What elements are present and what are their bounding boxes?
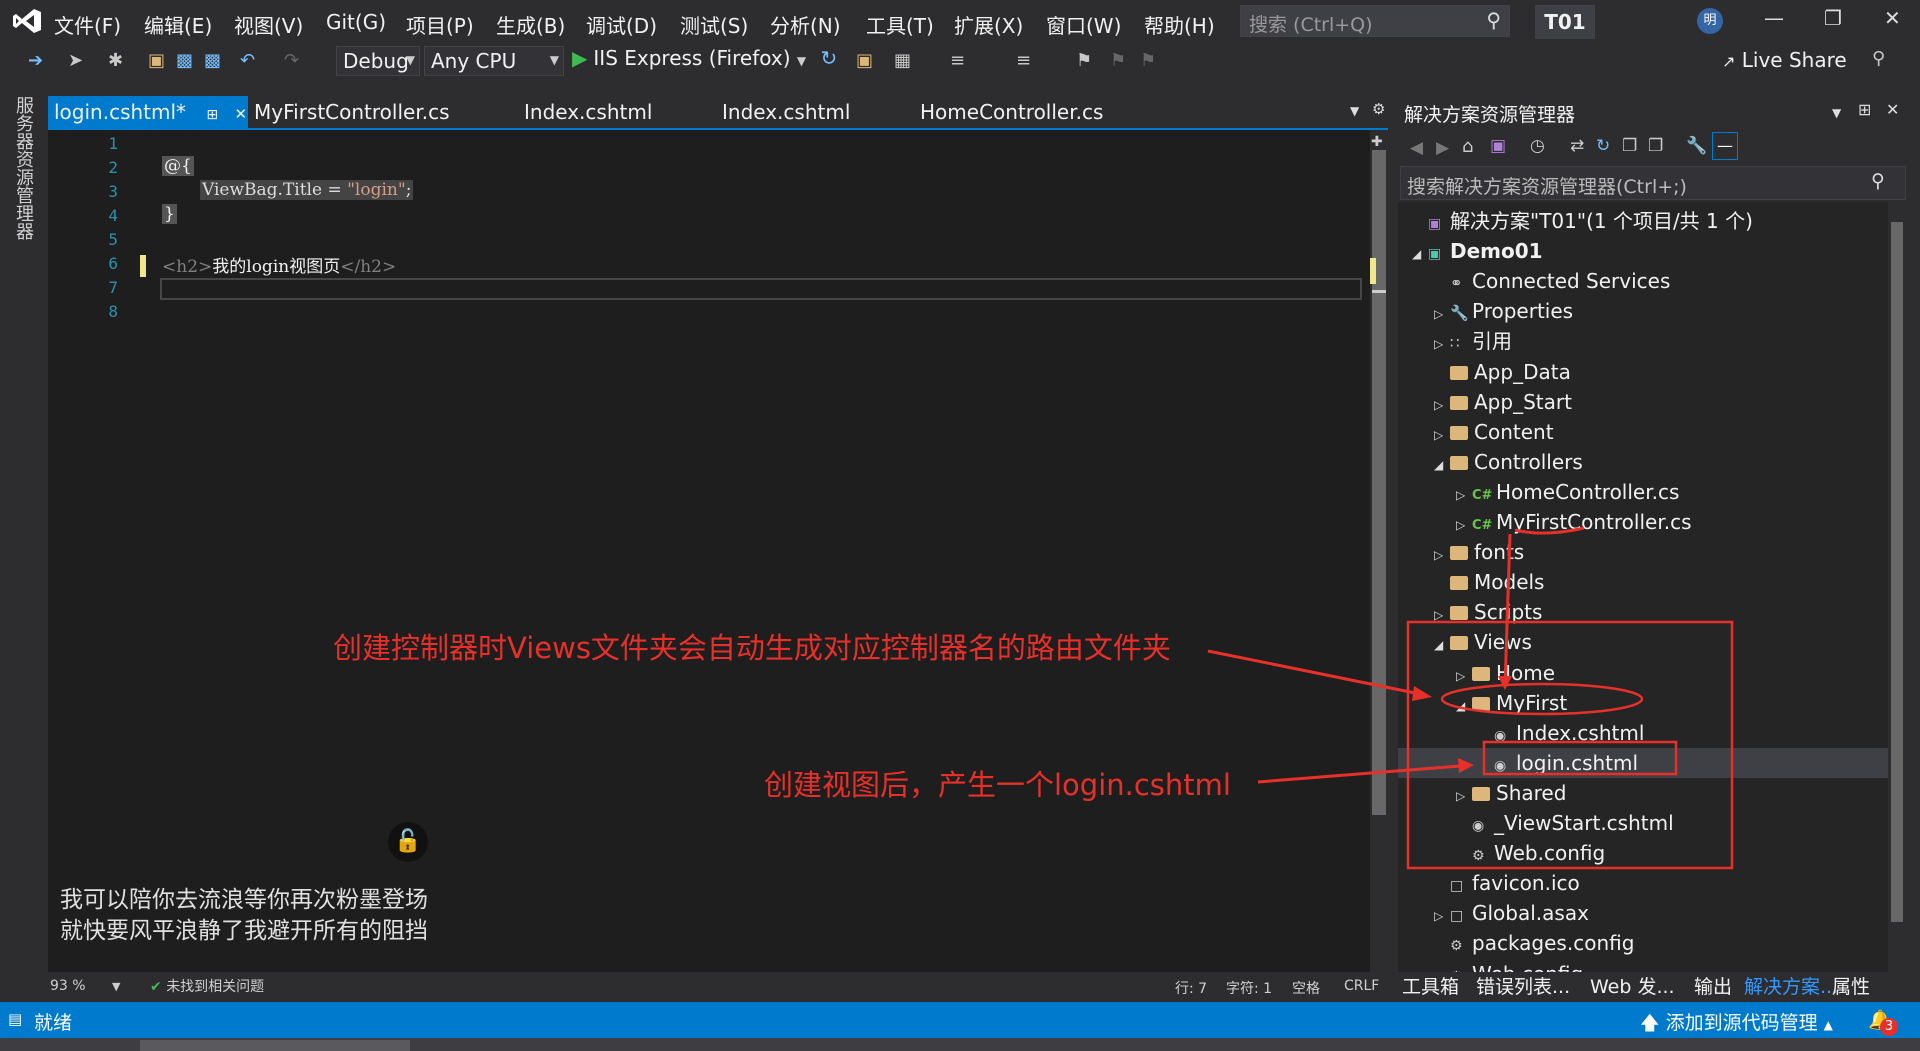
source-control-button[interactable]: 🡅 添加到源代码管理 ▲ (1640, 1008, 1833, 1041)
bottom-tab-5[interactable]: 属性 (1832, 972, 1870, 999)
bottom-tab-1[interactable]: 错误列表... (1476, 972, 1570, 999)
login-annotation: 创建视图后，产生一个login.cshtml (764, 768, 1231, 802)
status-icon: ▤ (8, 1010, 23, 1028)
bottom-tab-3[interactable]: 输出 (1694, 972, 1732, 999)
source-control-label: 添加到源代码管理 (1665, 1012, 1818, 1034)
bottom-panel-tabs: 工具箱 错误列表... Web 发... 输出 解决方案... 属性 (1398, 972, 1920, 1000)
views-highlight-box (1406, 620, 1734, 870)
controller-to-folder-line (1503, 533, 1512, 687)
arrowhead (1412, 686, 1432, 701)
login-highlight-box (1482, 740, 1678, 776)
myfirst-highlight-ellipse (1440, 682, 1644, 716)
bottom-tab-4[interactable]: 解决方案... (1744, 972, 1838, 999)
views-note-arrow (1207, 649, 1421, 696)
arrow-up-icon: 🡅 (1640, 1012, 1660, 1034)
views-annotation: 创建控制器时Views文件夹会自动生成对应控制器名的路由文件夹 (333, 631, 1171, 665)
controller-underline (1514, 526, 1585, 535)
status-text: 就绪 (34, 1012, 73, 1034)
bottom-tab-0[interactable]: 工具箱 (1402, 972, 1459, 999)
bottom-tab-2[interactable]: Web 发... (1590, 972, 1675, 999)
login-note-arrow (1257, 764, 1461, 784)
taskbar-thumb (140, 1040, 410, 1051)
arrowhead (1458, 758, 1474, 773)
annotation-overlay (1207, 526, 1734, 870)
status-bar (0, 1002, 1920, 1038)
chevron-up-icon: ▲ (1823, 1018, 1833, 1032)
notification-count: 3 (1880, 1018, 1898, 1036)
arrowhead (1498, 676, 1512, 690)
